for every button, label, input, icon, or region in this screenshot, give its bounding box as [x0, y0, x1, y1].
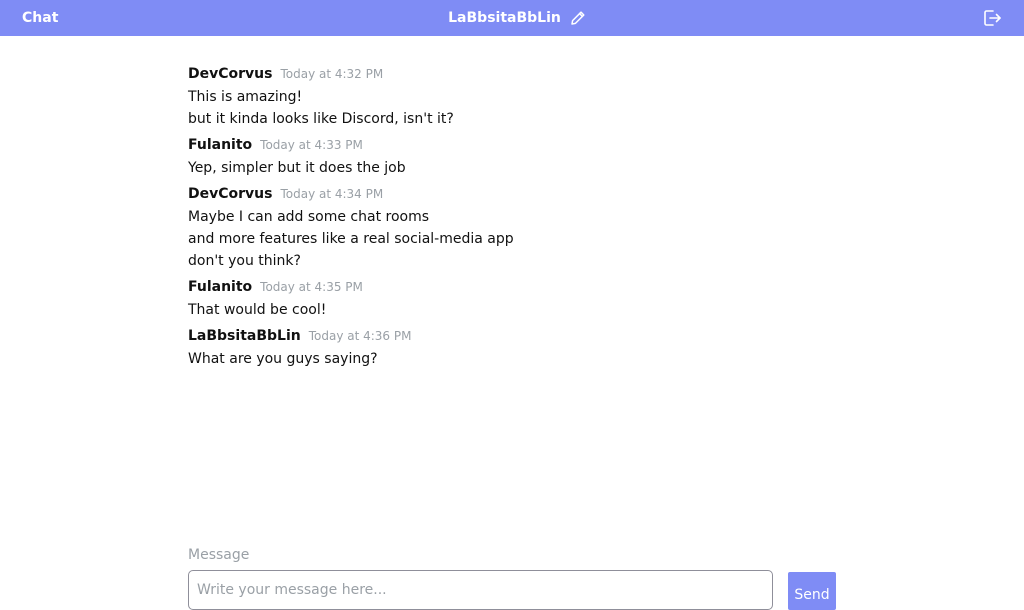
- message-author: LaBbsitaBbLin: [188, 328, 301, 344]
- message-text: This is amazing!: [188, 89, 303, 105]
- message-text: don't you think?: [188, 253, 301, 269]
- logout-button[interactable]: [982, 8, 1002, 28]
- message-timestamp: Today at 4:33 PM: [260, 138, 363, 152]
- message-timestamp: Today at 4:36 PM: [308, 329, 412, 343]
- message-list: DevCorvus Today at 4:32 PM This is amazing…: [188, 66, 836, 377]
- message-label: Message: [188, 547, 250, 563]
- message-text: What are you guys saying?: [188, 351, 378, 367]
- message-header: Fulanito Today at 4:33 PM: [188, 137, 836, 157]
- message-timestamp: Today at 4:35 PM: [260, 280, 363, 294]
- message-text: Yep, simpler but it does the job: [188, 160, 406, 176]
- message-author: Fulanito: [188, 279, 253, 295]
- top-bar: Chat LaBbsitaBbLin: [0, 0, 1024, 36]
- message-text: That would be cool!: [188, 302, 327, 318]
- chat-message: LaBbsitaBbLin Today at 4:36 PM What are yo…: [188, 328, 836, 370]
- message-text: and more features like a real social-med…: [188, 231, 514, 247]
- pencil-icon: [571, 11, 585, 25]
- edit-username-button[interactable]: [570, 10, 586, 26]
- message-header: DevCorvus Today at 4:34 PM: [188, 186, 836, 206]
- logout-icon: [984, 10, 1001, 26]
- message-author: DevCorvus: [188, 66, 273, 82]
- chat-message: Fulanito Today at 4:33 PM Yep, simpler but…: [188, 137, 836, 179]
- message-input[interactable]: [188, 570, 773, 610]
- message-header: DevCorvus Today at 4:32 PM: [188, 66, 836, 86]
- message-timestamp: Today at 4:32 PM: [280, 67, 384, 81]
- chat-message: DevCorvus Today at 4:34 PM Maybe I can add…: [188, 186, 836, 272]
- message-author: Fulanito: [188, 137, 253, 153]
- current-user-group: LaBbsitaBbLin: [0, 8, 1024, 28]
- message-header: LaBbsitaBbLin Today at 4:36 PM: [188, 328, 836, 348]
- message-header: Fulanito Today at 4:35 PM: [188, 279, 836, 299]
- message-author: DevCorvus: [188, 186, 273, 202]
- message-text: but it kinda looks like Discord, isn't i…: [188, 111, 454, 127]
- chat-message: DevCorvus Today at 4:32 PM This is amazing…: [188, 66, 836, 130]
- send-button[interactable]: Send: [788, 572, 836, 610]
- message-timestamp: Today at 4:34 PM: [280, 187, 384, 201]
- message-text: Maybe I can add some chat rooms: [188, 209, 430, 225]
- chat-message: Fulanito Today at 4:35 PM That would be co…: [188, 279, 836, 321]
- current-username: LaBbsitaBbLin: [448, 10, 561, 26]
